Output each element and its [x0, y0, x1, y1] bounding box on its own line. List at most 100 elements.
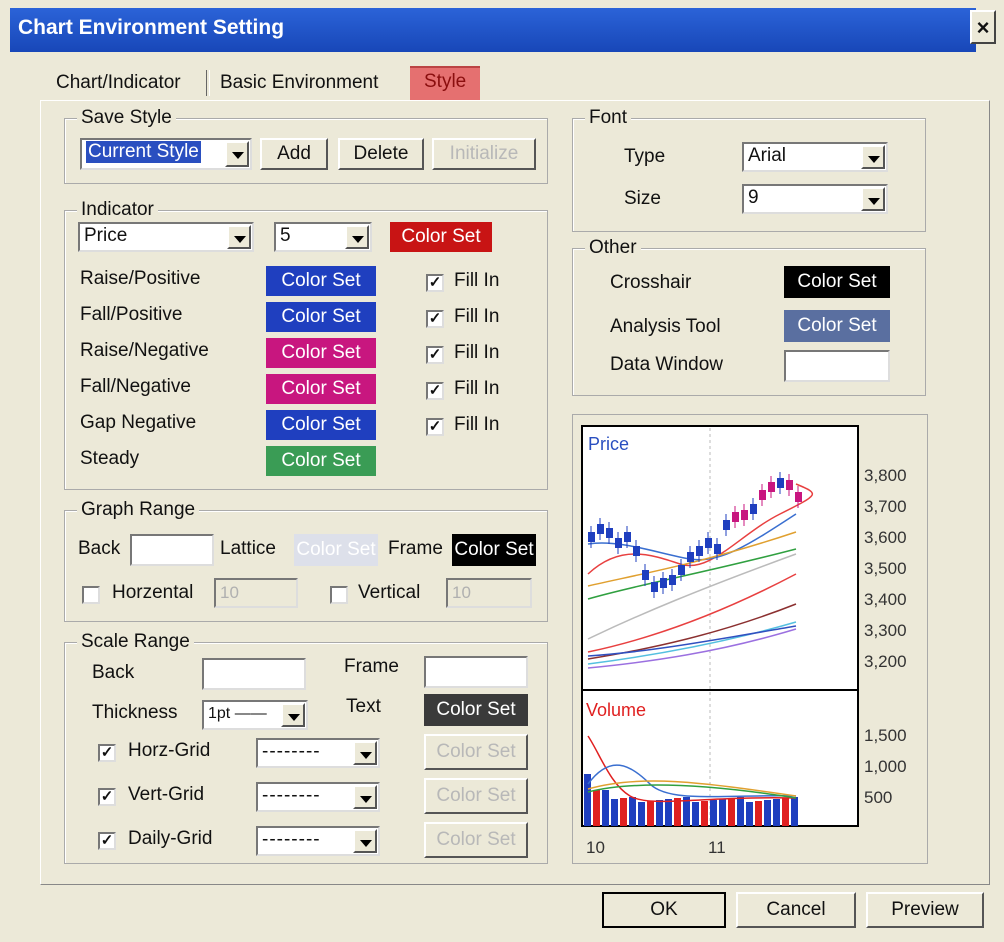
chevron-down-icon[interactable] — [281, 703, 305, 727]
volume-bar — [746, 802, 753, 826]
tab-style[interactable]: Style — [410, 66, 481, 100]
grid-color-set-button[interactable]: Color Set — [424, 734, 528, 770]
volume-pane-label: Volume — [586, 700, 646, 720]
grid-line-style-select[interactable]: -------- — [256, 826, 380, 856]
price-pane-frame — [581, 425, 859, 691]
lattice-label: Lattice — [220, 538, 276, 559]
candle-body — [606, 528, 613, 538]
indicator-row-color-set-button[interactable]: Color Set — [266, 374, 376, 404]
vertical-value-field[interactable]: 10 — [446, 578, 532, 608]
indicator-row-color-set-button[interactable]: Color Set — [266, 410, 376, 440]
chevron-down-icon[interactable] — [353, 785, 377, 809]
volume-bar — [773, 799, 780, 826]
candle-body — [624, 532, 631, 542]
grid-color-set-button[interactable]: Color Set — [424, 822, 528, 858]
chevron-down-icon[interactable] — [225, 141, 249, 167]
candle-body — [759, 490, 766, 500]
fill-in-checkbox[interactable]: ✓ — [426, 310, 444, 328]
indicator-row-label: Raise/Negative — [80, 340, 209, 361]
volume-bar — [611, 799, 618, 826]
candle-body — [732, 512, 739, 522]
ok-button[interactable]: OK — [602, 892, 726, 928]
candle-body — [705, 538, 712, 548]
preview-button[interactable]: Preview — [866, 892, 984, 928]
grid-color-set-button[interactable]: Color Set — [424, 778, 528, 814]
grid-label: Vert-Grid — [128, 784, 205, 805]
scale-frame-color-field[interactable] — [424, 656, 528, 688]
graph-range-legend: Graph Range — [77, 499, 200, 521]
crosshair-color-set-button[interactable]: Color Set — [784, 266, 890, 298]
chevron-down-icon[interactable] — [345, 225, 369, 249]
lattice-color-set-button[interactable]: Color Set — [294, 534, 378, 566]
indicator-row-label: Gap Negative — [80, 412, 197, 433]
volume-bar — [638, 802, 645, 826]
thickness-select[interactable]: 1pt —— — [202, 700, 308, 730]
scale-frame-label: Frame — [344, 656, 399, 677]
delete-button[interactable]: Delete — [338, 138, 424, 170]
tab-basic-environment[interactable]: Basic Environment — [220, 66, 378, 100]
grid-line-style-select[interactable]: -------- — [256, 782, 380, 812]
candle-body — [777, 478, 784, 488]
volume-bar — [593, 790, 600, 826]
chevron-down-icon[interactable] — [861, 187, 885, 211]
indicator-row-label: Steady — [80, 448, 140, 469]
indicator-row-color-set-button[interactable]: Color Set — [266, 302, 376, 332]
font-size-label: Size — [624, 188, 661, 209]
chevron-down-icon[interactable] — [353, 741, 377, 765]
initialize-button[interactable]: Initialize — [432, 138, 536, 170]
indicator-period-select[interactable]: 5 — [274, 222, 372, 252]
analysis-tool-color-set-button[interactable]: Color Set — [784, 310, 890, 342]
fill-in-checkbox[interactable]: ✓ — [426, 346, 444, 364]
data-window-color-field[interactable] — [784, 350, 890, 382]
font-type-select[interactable]: Arial — [742, 142, 888, 172]
indicator-row-color-set-button[interactable]: Color Set — [266, 446, 376, 476]
cancel-button[interactable]: Cancel — [736, 892, 856, 928]
grid-checkbox[interactable]: ✓ — [98, 788, 116, 806]
add-button[interactable]: Add — [260, 138, 328, 170]
title-bar: Chart Environment Setting — [0, 0, 1004, 62]
fill-in-checkbox[interactable]: ✓ — [426, 382, 444, 400]
indicator-type-select[interactable]: Price — [78, 222, 254, 252]
price-pane-label: Price — [588, 434, 629, 454]
grid-checkbox[interactable]: ✓ — [98, 832, 116, 850]
tab-chart-indicator[interactable]: Chart/Indicator — [56, 66, 181, 100]
text-label: Text — [346, 696, 381, 717]
save-style-select[interactable]: Current Style — [80, 138, 252, 170]
candle-body — [678, 565, 685, 575]
candle-body — [750, 504, 757, 514]
close-button[interactable]: × — [970, 10, 996, 44]
grid-checkbox[interactable]: ✓ — [98, 744, 116, 762]
scale-range-legend: Scale Range — [77, 631, 194, 653]
volume-bar — [791, 797, 798, 826]
indicator-row-color-set-button[interactable]: Color Set — [266, 338, 376, 368]
indicator-row-label: Fall/Negative — [80, 376, 191, 397]
horizontal-value-field[interactable]: 10 — [214, 578, 298, 608]
fill-in-checkbox[interactable]: ✓ — [426, 274, 444, 292]
indicator-row-color-set-button[interactable]: Color Set — [266, 266, 376, 296]
vertical-checkbox[interactable] — [330, 586, 348, 604]
chevron-down-icon[interactable] — [861, 145, 885, 169]
frame-color-set-button[interactable]: Color Set — [452, 534, 536, 566]
font-type-label: Type — [624, 146, 666, 167]
text-color-set-button[interactable]: Color Set — [424, 694, 528, 726]
candle-body — [642, 570, 649, 580]
fill-in-label: Fill In — [454, 306, 500, 327]
price-axis-tick: 3,800 — [864, 466, 907, 485]
candle-body — [597, 524, 604, 534]
scale-back-color-field[interactable] — [202, 658, 306, 690]
volume-bar — [710, 800, 717, 826]
graph-back-label: Back — [78, 538, 121, 559]
grid-line-style-select[interactable]: -------- — [256, 738, 380, 768]
indicator-color-set-button[interactable]: Color Set — [390, 222, 492, 252]
chevron-down-icon[interactable] — [353, 829, 377, 853]
chevron-down-icon[interactable] — [227, 225, 251, 249]
volume-bar — [755, 801, 762, 826]
price-axis-tick: 3,400 — [864, 590, 907, 609]
volume-bar — [692, 802, 699, 826]
fill-in-checkbox[interactable]: ✓ — [426, 418, 444, 436]
horizontal-checkbox[interactable] — [82, 586, 100, 604]
font-size-select[interactable]: 9 — [742, 184, 888, 214]
scale-back-label: Back — [92, 662, 135, 683]
graph-back-color-field[interactable] — [130, 534, 214, 566]
volume-bar — [737, 797, 744, 826]
